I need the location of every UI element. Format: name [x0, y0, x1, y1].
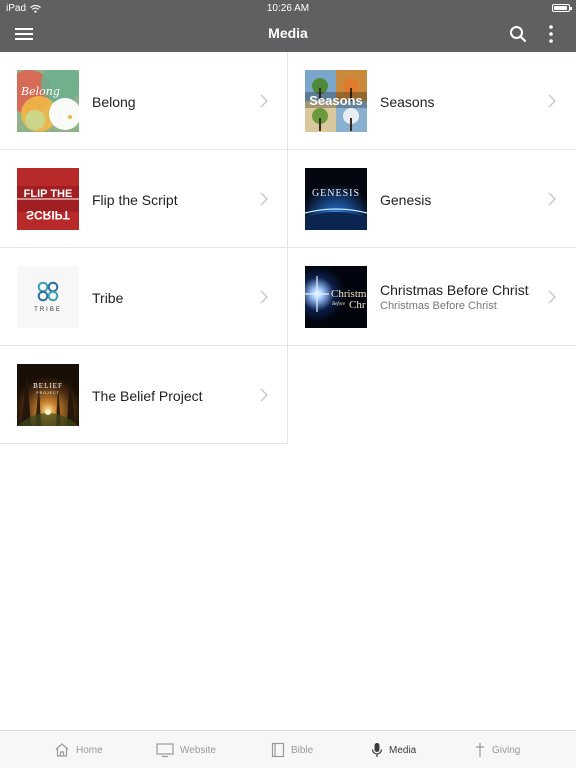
chevron-right-icon [260, 192, 268, 206]
tab-label: Media [389, 744, 417, 756]
tab-label: Home [76, 744, 103, 756]
belong-thumbnail-icon: Belong [17, 70, 79, 132]
cross-icon [476, 743, 484, 757]
media-item-title: The Belief Project [92, 388, 203, 404]
tab-label: Website [180, 744, 216, 756]
tab-label: Giving [492, 744, 521, 756]
media-item-christmas-before-christ[interactable]: Christm Before Chr Christmas Before Chri… [288, 248, 576, 346]
home-icon [55, 743, 69, 757]
media-row: FLIP THE SCRIPT Flip the Script GENESIS … [0, 150, 576, 248]
tribe-thumbnail-text: TRIBE [34, 307, 62, 313]
chevron-right-icon [260, 388, 268, 402]
empty-grid-cell [288, 346, 576, 444]
seasons-thumbnail-text: Seasons [309, 93, 362, 108]
tab-home[interactable]: Home [54, 731, 103, 768]
belief-thumbnail-text-2: PROJECT [36, 391, 59, 395]
chevron-right-icon [548, 94, 556, 108]
chevron-right-icon [548, 192, 556, 206]
belief-thumbnail-text-1: BELIEF [33, 382, 63, 390]
christmas-thumbnail-text-2: Before [332, 302, 346, 307]
battery-icon [552, 4, 572, 12]
flip-thumbnail-text-bottom: SCRIPT [26, 208, 71, 222]
media-item-title: Belong [92, 94, 136, 110]
media-item-the-belief-project[interactable]: BELIEF PROJECT The Belief Project [0, 346, 288, 444]
media-item-title: Seasons [380, 94, 435, 110]
media-row: TRIBE Tribe Christm Before Chr Christmas… [0, 248, 576, 346]
more-options-icon[interactable] [543, 24, 559, 44]
battery-level [554, 6, 567, 10]
media-grid: Belong Belong Seasons Seasons FLIP THE S… [0, 52, 576, 444]
tab-giving[interactable]: Giving [474, 731, 520, 768]
flip-thumbnail-text-top: FLIP THE [24, 188, 73, 200]
media-item-title: Flip the Script [92, 192, 178, 208]
tab-website[interactable]: Website [156, 731, 216, 768]
page-title: Media [268, 25, 308, 41]
tab-media[interactable]: Media [371, 731, 416, 768]
belong-thumbnail-text: Belong [20, 85, 60, 98]
chevron-right-icon [260, 94, 268, 108]
media-row: BELIEF PROJECT The Belief Project [0, 346, 576, 444]
status-time: 10:26 AM [266, 3, 310, 14]
top-bar: iPad 10:26 AM Media [0, 0, 576, 52]
search-icon[interactable] [509, 25, 527, 43]
media-item-title: Christmas Before Christ [380, 282, 529, 298]
book-icon [271, 742, 285, 758]
monitor-icon [156, 743, 174, 758]
nav-bar: Media [0, 16, 576, 52]
media-item-belong[interactable]: Belong Belong [0, 52, 288, 150]
chevron-right-icon [260, 290, 268, 304]
media-item-flip-the-script[interactable]: FLIP THE SCRIPT Flip the Script [0, 150, 288, 248]
media-row: Belong Belong Seasons Seasons [0, 52, 576, 150]
media-item-title: Tribe [92, 290, 124, 306]
flip-the-script-thumbnail-icon: FLIP THE SCRIPT [17, 168, 79, 230]
media-item-subtitle: Christmas Before Christ [380, 300, 497, 312]
christmas-thumbnail-text-3: Chr [349, 299, 366, 311]
chevron-right-icon [548, 290, 556, 304]
seasons-thumbnail-icon: Seasons [305, 70, 367, 132]
status-bar: iPad 10:26 AM [0, 0, 576, 16]
belief-project-thumbnail-icon: BELIEF PROJECT [17, 364, 79, 426]
media-item-seasons[interactable]: Seasons Seasons [288, 52, 576, 150]
bottom-tab-bar: Home Website Bible Media Giving [0, 730, 576, 768]
media-item-genesis[interactable]: GENESIS Genesis [288, 150, 576, 248]
tab-bible[interactable]: Bible [271, 731, 313, 768]
genesis-thumbnail-text: GENESIS [312, 188, 360, 199]
tribe-thumbnail-icon: TRIBE [17, 266, 79, 328]
media-item-title: Genesis [380, 192, 432, 208]
christmas-thumbnail-icon: Christm Before Chr [305, 266, 367, 328]
microphone-icon [371, 743, 383, 757]
tab-label: Bible [291, 744, 314, 756]
media-item-tribe[interactable]: TRIBE Tribe [0, 248, 288, 346]
genesis-thumbnail-icon: GENESIS [305, 168, 367, 230]
